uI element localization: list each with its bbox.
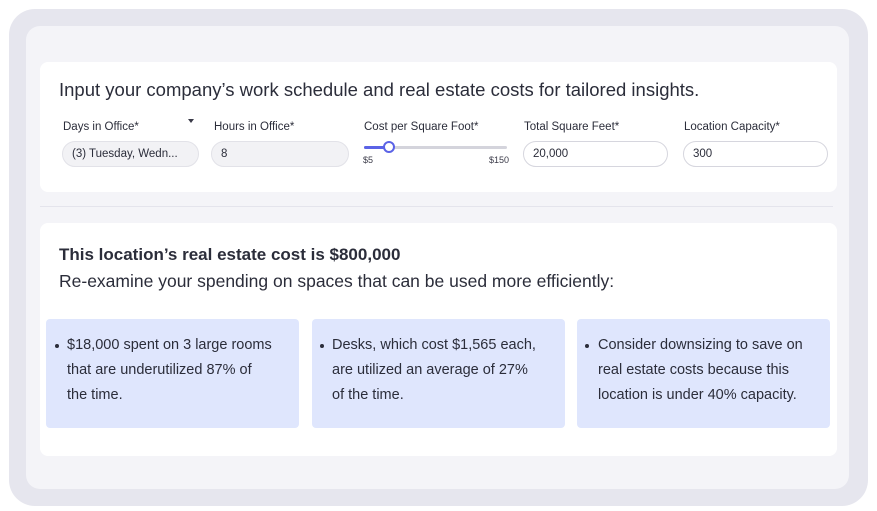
insight-text: $18,000 spent on 3 large rooms that are …: [67, 333, 272, 408]
bullet-icon: [320, 344, 324, 348]
insight-line: Consider downsizing to save on: [598, 337, 803, 353]
section-divider: [40, 206, 833, 207]
capacity-field[interactable]: 300: [683, 141, 828, 167]
insight-text: Consider downsizing to save on real esta…: [598, 333, 803, 408]
insight-card: Consider downsizing to save on real esta…: [577, 319, 830, 428]
insight-line: location is under 40% capacity.: [598, 387, 797, 403]
insight-line: of the time.: [332, 387, 404, 403]
hours-field[interactable]: 8: [211, 141, 349, 167]
insight-line: Desks, which cost $1,565 each,: [332, 337, 536, 353]
bullet-icon: [55, 344, 59, 348]
cost-slider-thumb[interactable]: [382, 141, 395, 153]
sqft-label: Total Square Feet*: [524, 121, 620, 133]
cost-headline: This location’s real estate cost is $800…: [59, 245, 401, 264]
insight-text: Desks, which cost $1,565 each, are utili…: [332, 333, 536, 408]
cost-subline: Re-examine your spending on spaces that …: [59, 271, 615, 291]
bullet-icon: [585, 344, 589, 348]
insight-line: real estate costs because this: [598, 362, 790, 378]
insight-line: $18,000 spent on 3 large rooms: [67, 337, 272, 353]
hours-label: Hours in Office*: [214, 121, 295, 133]
sqft-field[interactable]: 20,000: [523, 141, 668, 167]
intro-text: Input your company’s work schedule and r…: [59, 79, 700, 100]
cost-min-label: $5: [363, 155, 374, 165]
insight-card: Desks, which cost $1,565 each, are utili…: [312, 319, 565, 428]
insight-line: are utilized an average of 27%: [332, 362, 528, 378]
capacity-label: Location Capacity*: [684, 121, 780, 133]
insight-card: $18,000 spent on 3 large rooms that are …: [46, 319, 299, 428]
cost-max-label: $150: [489, 155, 510, 165]
days-label: Days in Office*: [63, 121, 139, 133]
cost-label: Cost per Square Foot*: [364, 121, 479, 133]
days-select[interactable]: (3) Tuesday, Wedn...: [62, 141, 199, 167]
chevron-down-icon[interactable]: [188, 119, 194, 123]
insight-line: that are underutilized 87% of: [67, 362, 252, 378]
insight-line: the time.: [67, 387, 123, 403]
